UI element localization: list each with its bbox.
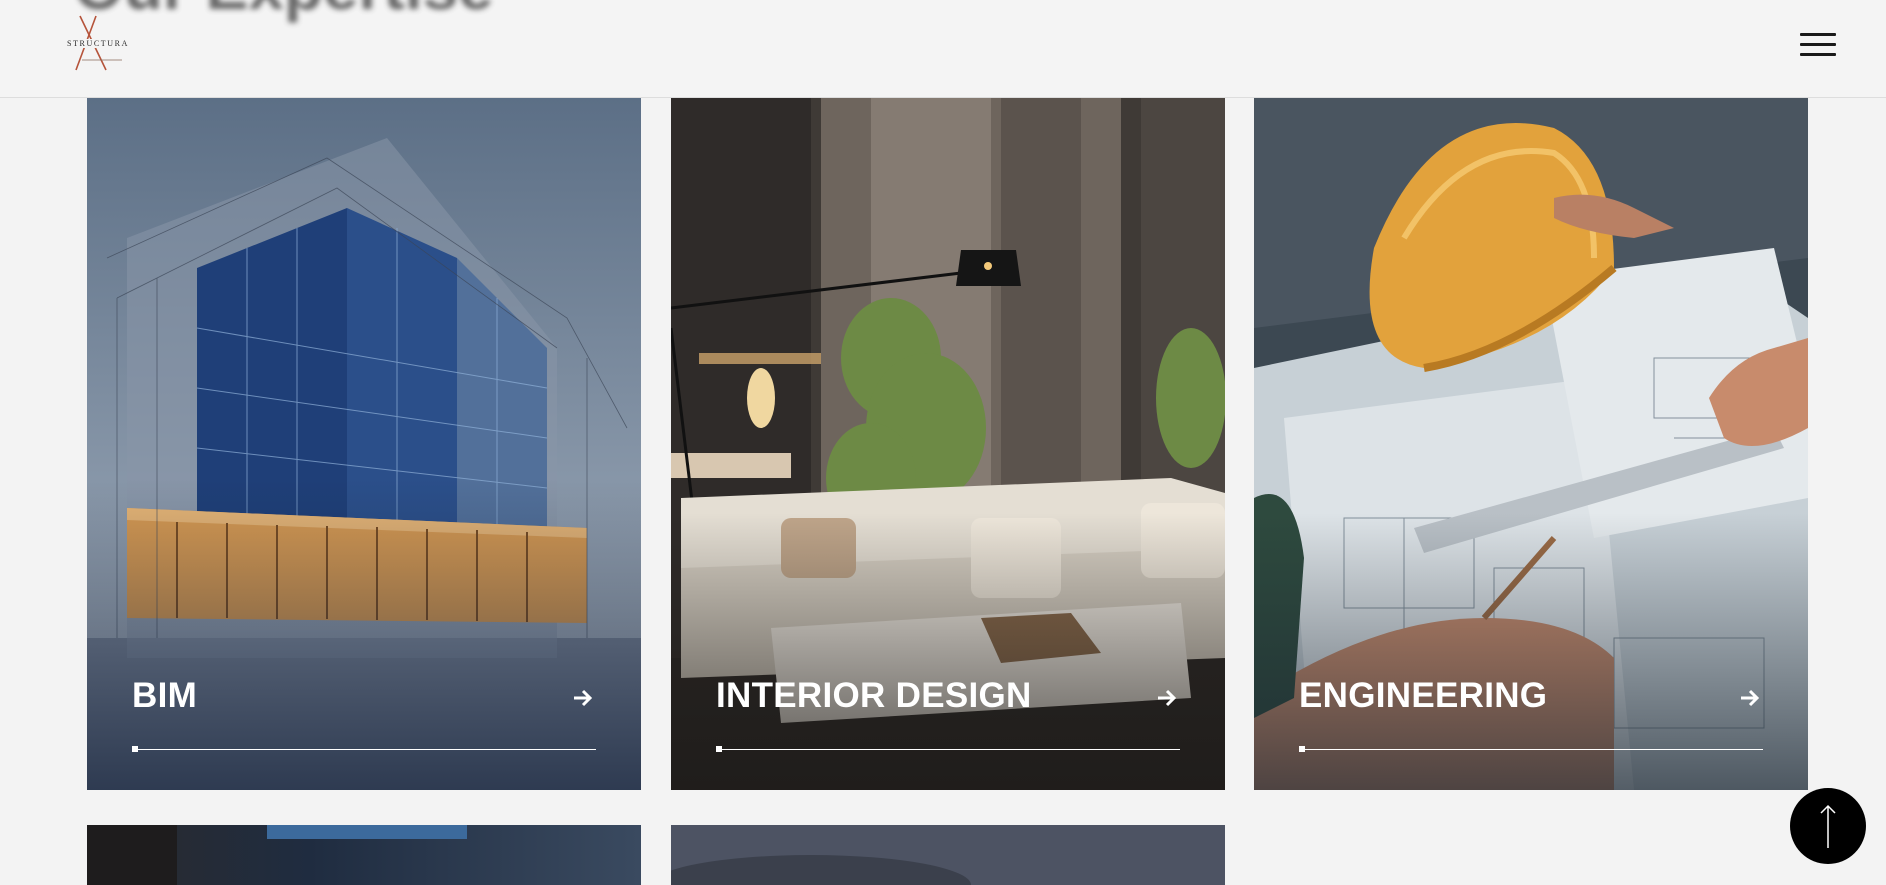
- card-divider-marker: [716, 746, 722, 752]
- service-card-partial[interactable]: [671, 825, 1225, 885]
- card-title: BIM: [132, 676, 198, 715]
- menu-button[interactable]: [1796, 30, 1836, 60]
- scroll-to-top-button[interactable]: [1790, 788, 1866, 864]
- arrow-right-icon: [1158, 689, 1177, 707]
- card-divider: [132, 749, 596, 750]
- skyline-photo: [671, 825, 1225, 885]
- service-card-engineering[interactable]: ENGINEERING: [1254, 98, 1808, 790]
- hamburger-icon: [1800, 33, 1836, 36]
- architecture-photo: [87, 825, 467, 885]
- site-header: Our Expertise STRUCTURA: [0, 0, 1886, 98]
- card-title: INTERIOR DESIGN: [716, 676, 1032, 715]
- hamburger-icon-bar: [1800, 43, 1836, 46]
- card-divider-marker: [132, 746, 138, 752]
- section-heading: Our Expertise: [74, 0, 494, 24]
- arrow-right-icon: [574, 689, 593, 707]
- arrow-up-icon: [1820, 804, 1836, 848]
- logo[interactable]: STRUCTURA: [60, 14, 136, 74]
- card-divider-marker: [1299, 746, 1305, 752]
- logo-text: STRUCTURA: [60, 39, 136, 48]
- card-divider: [1299, 749, 1763, 750]
- hamburger-icon-bar: [1800, 53, 1836, 56]
- card-title: ENGINEERING: [1299, 676, 1548, 715]
- service-card-bim[interactable]: BIM: [87, 98, 641, 790]
- service-card-partial[interactable]: [87, 825, 641, 885]
- card-divider: [716, 749, 1180, 750]
- arrow-right-icon: [1741, 689, 1760, 707]
- service-card-interior-design[interactable]: INTERIOR DESIGN: [671, 98, 1225, 790]
